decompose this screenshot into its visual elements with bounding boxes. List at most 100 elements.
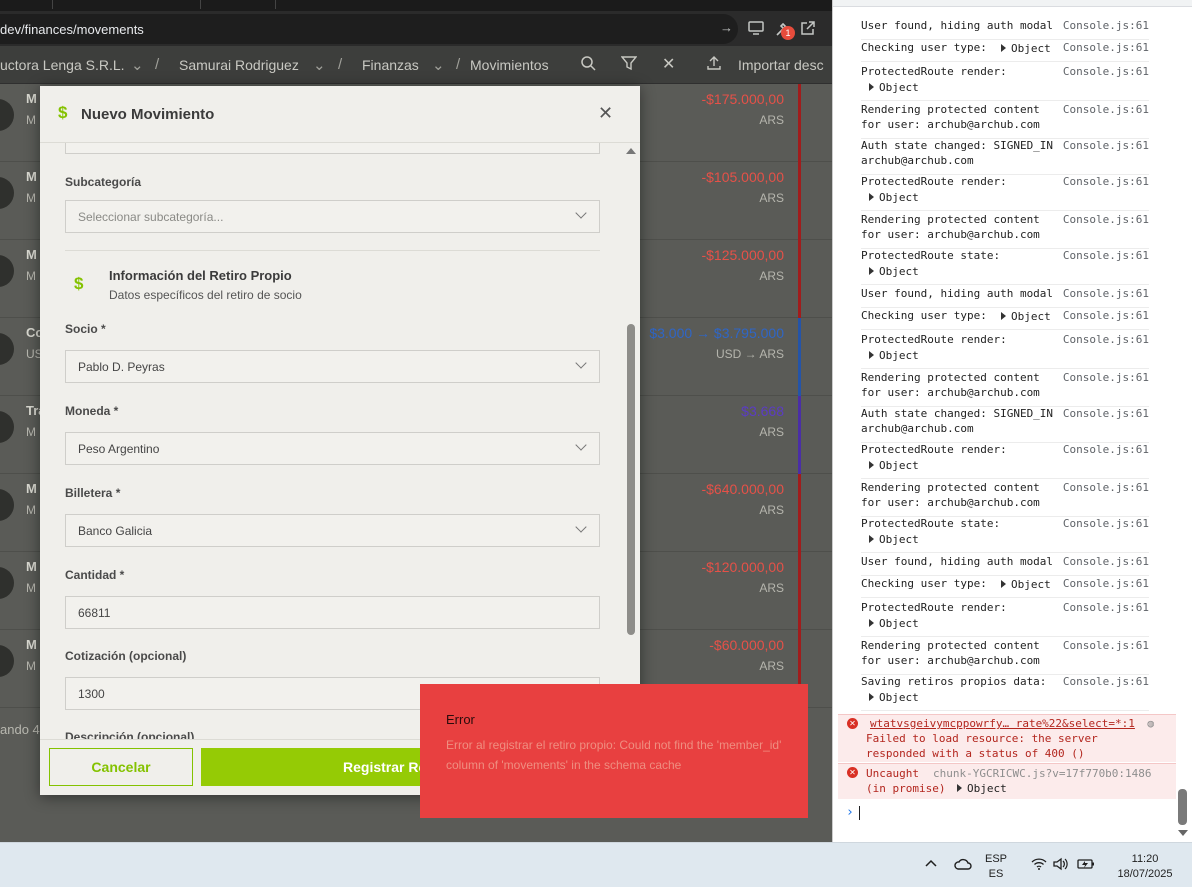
- wallet-select[interactable]: Banco Galicia: [65, 514, 600, 547]
- error-link[interactable]: wtatvsgeivymcppowrfy… rate%22&select=*:1: [870, 716, 1135, 731]
- avatar: [0, 333, 14, 365]
- object-toggle[interactable]: Object: [869, 532, 919, 547]
- scroll-down-icon[interactable]: [1178, 830, 1188, 836]
- clock[interactable]: 11:20 18/07/2025: [1110, 852, 1180, 882]
- tab-strip: [0, 0, 832, 11]
- cast-icon[interactable]: [748, 21, 764, 38]
- console-message: Checking user type: Console.js:61 Object: [861, 40, 1149, 62]
- object-toggle[interactable]: Object: [869, 80, 919, 95]
- cancel-button[interactable]: Cancelar: [49, 748, 193, 786]
- error-source[interactable]: chunk-YGCRICWC.js?v=17f770b0:1486: [933, 766, 1152, 781]
- message-source[interactable]: Console.js:61: [1063, 516, 1149, 531]
- message-source[interactable]: Console.js:61: [1063, 332, 1149, 347]
- breadcrumb-section[interactable]: Finanzas: [362, 57, 419, 73]
- section-subtitle: Datos específicos del retiro de socio: [109, 288, 302, 302]
- address-bar: dev/finances/movements → 1: [0, 11, 832, 46]
- breadcrumb-separator: /: [338, 56, 343, 73]
- extension-badge: 1: [781, 26, 795, 40]
- object-toggle[interactable]: Object: [869, 348, 919, 363]
- search-icon[interactable]: [580, 55, 596, 76]
- avatar: [0, 567, 14, 599]
- console-message: Rendering protected content for user: ar…: [861, 102, 1149, 139]
- rate-value: 1300: [78, 687, 105, 701]
- close-icon[interactable]: ✕: [598, 103, 613, 124]
- message-source[interactable]: Console.js:61: [1063, 674, 1149, 689]
- arrow-right-icon[interactable]: →: [720, 20, 733, 35]
- category-field[interactable]: [65, 143, 600, 154]
- url-field[interactable]: dev/finances/movements →: [0, 14, 738, 44]
- url-text[interactable]: dev/finances/movements: [0, 22, 144, 37]
- object-toggle[interactable]: Object: [869, 458, 919, 473]
- message-source[interactable]: Console.js:61: [1063, 286, 1149, 301]
- object-toggle[interactable]: Object: [957, 781, 1007, 796]
- breadcrumb-page: Movimientos: [470, 57, 549, 73]
- amount-input[interactable]: 66811: [65, 596, 600, 629]
- message-source[interactable]: Console.js:61: [1063, 308, 1149, 323]
- object-toggle[interactable]: Object: [869, 616, 919, 631]
- message-source[interactable]: Console.js:61: [1063, 248, 1149, 263]
- object-toggle[interactable]: Object: [869, 190, 919, 205]
- console-message: Rendering protected content for user: ar…: [861, 212, 1149, 249]
- object-toggle[interactable]: Object: [869, 690, 919, 705]
- message-source[interactable]: Console.js:61: [1063, 638, 1149, 653]
- object-toggle[interactable]: Object: [869, 264, 919, 279]
- message-source[interactable]: Console.js:61: [1063, 480, 1149, 495]
- console-message: Checking user type: Console.js:61 Object: [861, 308, 1149, 330]
- currency-select[interactable]: Peso Argentino: [65, 432, 600, 465]
- open-external-icon[interactable]: [800, 21, 815, 39]
- message-text: Checking user type:: [861, 577, 987, 590]
- filter-icon[interactable]: [620, 55, 638, 76]
- message-source[interactable]: Console.js:61: [1063, 442, 1149, 457]
- movement-subtitle: M: [26, 191, 36, 205]
- language-indicator[interactable]: ESP ES: [985, 852, 1007, 882]
- message-source[interactable]: Console.js:61: [1063, 576, 1149, 591]
- chevron-up-icon[interactable]: [925, 855, 937, 871]
- clear-icon[interactable]: ✕: [662, 54, 675, 74]
- battery-icon[interactable]: [1077, 857, 1095, 875]
- object-toggle[interactable]: Object: [1001, 309, 1051, 324]
- cloud-icon[interactable]: [954, 857, 972, 875]
- movement-amount: -$125.000,00: [701, 247, 784, 263]
- message-source[interactable]: Console.js:61: [1063, 138, 1149, 153]
- chevron-down-icon[interactable]: ⌄: [313, 56, 326, 74]
- prompt-chevron-icon: ›: [846, 805, 854, 820]
- message-source[interactable]: Console.js:61: [1063, 64, 1149, 79]
- console-error: ✕ Uncaught (in promise) chunk-YGCRICWC.j…: [838, 763, 1176, 799]
- movement-currency: ARS: [759, 191, 784, 205]
- message-source[interactable]: Console.js:61: [1063, 406, 1149, 421]
- modal-scroll-thumb[interactable]: [627, 324, 635, 635]
- upload-icon[interactable]: [706, 55, 722, 76]
- console-message: ProtectedRoute render: Console.js:61 Objec…: [861, 64, 1149, 101]
- movement-subtitle: M: [26, 503, 36, 517]
- subcategory-select[interactable]: Seleccionar subcategoría...: [65, 200, 600, 233]
- breadcrumb-company[interactable]: uctora Lenga S.R.L.: [0, 57, 125, 73]
- message-source[interactable]: Console.js:61: [1063, 102, 1149, 117]
- message-source[interactable]: Console.js:61: [1063, 212, 1149, 227]
- message-text: Rendering protected content for user: ar…: [861, 103, 1040, 131]
- devtools-scroll-thumb[interactable]: [1178, 789, 1187, 825]
- clock-date: 18/07/2025: [1117, 868, 1173, 880]
- console-message: User found, hiding auth modal Console.js:…: [861, 286, 1149, 308]
- dollar-icon: $: [74, 274, 84, 293]
- breadcrumb-user[interactable]: Samurai Rodriguez: [179, 57, 299, 73]
- object-toggle[interactable]: Object: [1001, 41, 1051, 56]
- message-source[interactable]: Console.js:61: [1063, 174, 1149, 189]
- console-input[interactable]: [859, 806, 860, 820]
- globe-icon: ◍: [1147, 717, 1154, 730]
- chevron-down-icon[interactable]: ⌄: [131, 56, 144, 74]
- chevron-down-icon[interactable]: ⌄: [432, 56, 445, 74]
- message-source[interactable]: Console.js:61: [1063, 554, 1149, 569]
- import-button[interactable]: Importar desc: [738, 57, 824, 73]
- message-text: User found, hiding auth modal: [861, 555, 1054, 568]
- wifi-icon[interactable]: [1031, 857, 1047, 875]
- volume-icon[interactable]: [1053, 857, 1069, 876]
- scroll-up-icon[interactable]: [626, 148, 636, 154]
- object-toggle[interactable]: Object: [1001, 577, 1051, 592]
- message-source[interactable]: Console.js:61: [1063, 18, 1149, 33]
- message-source[interactable]: Console.js:61: [1063, 600, 1149, 615]
- error-toast[interactable]: Error Error al registrar el retiro propi…: [420, 684, 808, 818]
- partner-select[interactable]: Pablo D. Peyras: [65, 350, 600, 383]
- movement-type-stripe: [798, 318, 801, 396]
- message-source[interactable]: Console.js:61: [1063, 40, 1149, 55]
- message-source[interactable]: Console.js:61: [1063, 370, 1149, 385]
